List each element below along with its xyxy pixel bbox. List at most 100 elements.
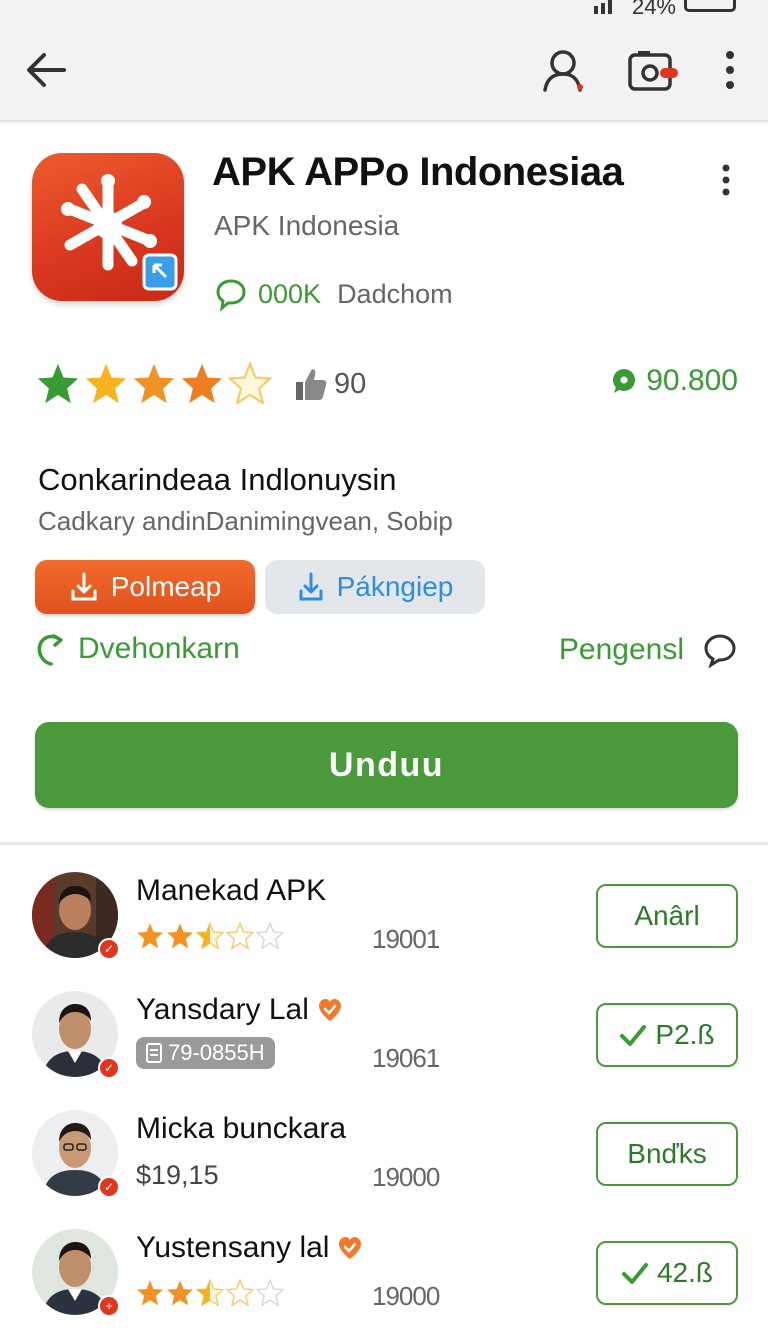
item-action-label: P2.ß [655, 1019, 715, 1050]
reviews-count: 90 [290, 364, 366, 404]
item-action-button[interactable]: 42.ß [596, 1241, 738, 1305]
item-rating [136, 1279, 284, 1306]
battery-icon [684, 0, 736, 12]
app-title: APK APPo Indonesiaa [212, 150, 624, 194]
code-pill-text: 79-0855H [168, 1040, 265, 1065]
star-icon [137, 923, 163, 949]
verified-badge-icon: ✓ [98, 938, 120, 960]
list-item[interactable]: ✓ Micka bunckara $19,15 19000 Bnďks [0, 1110, 768, 1220]
item-name: Yansdary Lal [136, 993, 343, 1027]
arrow-left-icon[interactable] [22, 46, 70, 94]
star-empty-icon [228, 362, 272, 404]
rating-value-text: 90.800 [646, 364, 738, 397]
item-name-text: Manekad APK [136, 874, 327, 907]
item-number: 19000 [372, 1162, 440, 1192]
right-link-label: Pengensl [558, 633, 684, 666]
item-price: $19,15 [136, 1160, 219, 1191]
heart-badge-icon [339, 1237, 362, 1259]
heart-badge-icon [318, 999, 341, 1021]
star-empty-icon [256, 1279, 284, 1306]
list-item[interactable]: ✓ Manekad APK 19001 Anârl [0, 872, 768, 982]
item-name-text: Micka bunckara [136, 1112, 347, 1145]
rating-stars [36, 362, 276, 404]
left-link[interactable]: Dvehonkarn [34, 632, 240, 666]
thumbs-up-icon [296, 369, 327, 400]
star-icon [133, 363, 175, 404]
camera-icon[interactable] [626, 46, 682, 96]
reviews-count-value: 90 [334, 367, 367, 400]
right-link[interactable]: Pengensl [559, 632, 738, 668]
item-name: Yustensany lal [136, 1231, 363, 1265]
downloads-count: 000K [258, 278, 322, 309]
item-action-label: Anârl [634, 900, 700, 931]
comment-icon [704, 634, 736, 668]
rating-value: 90.800 [610, 364, 738, 398]
item-number: 19000 [372, 1281, 440, 1311]
item-subinfo: 79-0855H [136, 1037, 275, 1069]
download-icon [71, 572, 97, 601]
app-more-icon[interactable] [712, 162, 740, 198]
star-icon [167, 1280, 193, 1306]
verified-badge-icon: ✓ [98, 1176, 120, 1198]
item-action-button[interactable]: P2.ß [596, 1003, 738, 1067]
star-icon [181, 363, 223, 404]
item-number: 19001 [372, 924, 440, 954]
item-action-label: Bnďks [627, 1138, 707, 1169]
avatar: + [32, 1229, 120, 1317]
item-price-text: $19,15 [136, 1160, 219, 1190]
description-title: Conkarindeaa Indlonuysin [38, 462, 397, 497]
verified-badge-icon: + [98, 1295, 120, 1317]
star-icon [37, 363, 79, 404]
install-button[interactable]: Unduu [35, 722, 738, 808]
item-action-button[interactable]: Bnďks [596, 1122, 738, 1186]
star-half-icon [196, 922, 224, 949]
battery-text: 24% [631, 0, 676, 19]
developer-name[interactable]: APK Indonesia [214, 210, 399, 242]
downloads-row: 000K Dadchom [214, 276, 453, 312]
more-vertical-icon[interactable] [716, 46, 744, 96]
item-name: Manekad APK [136, 874, 326, 908]
downloads-label: Dadchom [337, 278, 453, 309]
user-icon[interactable] [540, 46, 590, 96]
chat-bubble-icon [216, 279, 246, 311]
app-logo-icon [61, 174, 178, 291]
status-bar: 24% [0, 0, 768, 19]
description-subtitle: Cadkary andinDanimingvean, Sobip [38, 506, 453, 536]
verified-badge-icon: ✓ [98, 1057, 120, 1079]
item-name-text: Yansdary Lal [136, 993, 309, 1026]
star-icon [85, 363, 127, 404]
primary-chip[interactable]: Polmeap [35, 560, 255, 614]
item-name: Micka bunckara [136, 1112, 346, 1146]
check-icon [620, 1025, 647, 1046]
left-link-label: Dvehonkarn [78, 632, 240, 665]
download-icon [299, 572, 323, 601]
app-icon [32, 153, 184, 301]
avatar: ✓ [32, 872, 120, 960]
star-empty-icon [226, 1279, 254, 1306]
chat-dot-icon [613, 369, 636, 393]
secondary-chip[interactable]: Pákngiep [265, 560, 485, 614]
item-action-label: 42.ß [656, 1257, 714, 1288]
star-icon [167, 923, 193, 949]
item-action-button[interactable]: Anârl [596, 884, 738, 948]
primary-chip-label: Polmeap [110, 571, 222, 602]
signal-icon [594, 0, 612, 14]
item-number: 19061 [372, 1043, 440, 1073]
list-item[interactable]: + Yustensany lal 19000 42.ß [0, 1229, 768, 1339]
divider [0, 842, 768, 845]
app-bar [0, 18, 768, 122]
avatar: ✓ [32, 1110, 120, 1198]
check-icon [621, 1263, 648, 1284]
item-rating [136, 922, 284, 949]
item-name-text: Yustensany lal [136, 1231, 330, 1264]
star-half-icon [196, 1279, 224, 1306]
avatar: ✓ [32, 991, 120, 1079]
list-item[interactable]: ✓ Yansdary Lal 79-0855H 19061 P2.ß [0, 991, 768, 1101]
code-pill: 79-0855H [136, 1037, 275, 1069]
star-empty-icon [256, 922, 284, 949]
secondary-chip-label: Pákngiep [336, 571, 454, 602]
star-icon [137, 1280, 163, 1306]
refresh-icon [37, 634, 63, 666]
document-icon [146, 1043, 162, 1063]
star-empty-icon [226, 922, 254, 949]
